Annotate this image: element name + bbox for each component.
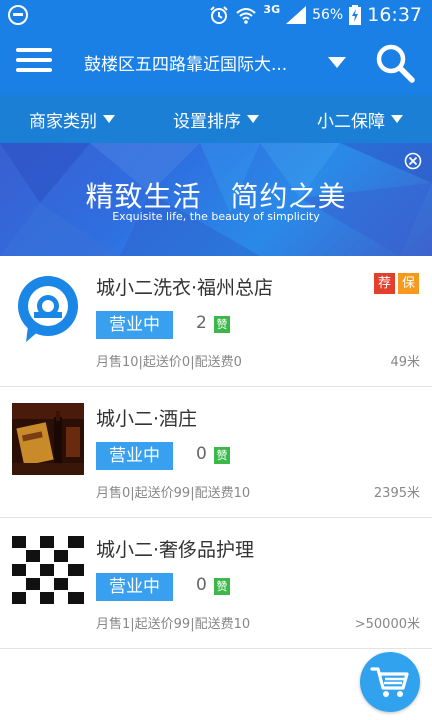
clock: 16:37 [367,4,422,26]
filter-guarantee-label: 小二保障 [317,111,385,132]
do-not-disturb-icon [8,5,28,25]
hamburger-icon[interactable] [16,48,52,76]
open-status-badge: 营业中 [96,442,173,470]
filter-category[interactable]: 商家类别 [0,95,144,143]
store-distance: 2395米 [373,486,420,501]
dropdown-arrow-icon [247,115,259,123]
banner-subtitle: Exquisite life, the beauty of simplicity [112,210,320,223]
wine-shop-photo [12,403,84,475]
chevron-down-icon[interactable] [328,57,346,68]
network-type: 3G [263,2,281,16]
store-photo [12,403,84,475]
store-meta: 月售0|起送价99|配送费10 [96,486,251,501]
like-count: 0 [196,444,207,464]
filter-sort[interactable]: 设置排序 [144,95,288,143]
luxury-brands-photo [12,534,84,606]
shopping-cart-icon [370,667,409,697]
store-name: 城小二洗衣·福州总店 [96,277,274,299]
open-status-badge: 营业中 [96,311,173,339]
store-name: 城小二·奢侈品护理 [96,539,255,561]
store-logo [12,272,84,344]
store-meta: 月售10|起送价0|配送费0 [96,355,242,370]
close-icon[interactable] [404,152,422,170]
store-list-item[interactable]: 城小二·奢侈品护理 营业中 0 赞 月售1|起送价99|配送费10 >50000… [0,518,432,649]
location-selector[interactable]: 鼓楼区五四路靠近国际大... [84,50,316,75]
filter-bar: 商家类别 设置排序 小二保障 [0,95,432,143]
store-list-item[interactable]: 城小二洗衣·福州总店 荐 保 营业中 2 赞 月售10|起送价0|配送费0 49… [0,256,432,387]
store-list-item[interactable]: 城小二·酒庄 营业中 0 赞 月售0|起送价99|配送费10 2395米 [0,387,432,518]
filter-guarantee[interactable]: 小二保障 [288,95,432,143]
battery-percent: 56% [312,7,344,23]
filter-category-label: 商家类别 [29,111,97,132]
cart-button[interactable] [360,652,420,712]
filter-sort-label: 设置排序 [173,111,241,132]
like-count: 2 [196,313,207,333]
store-distance: 49米 [390,355,420,370]
promo-banner[interactable]: 精致生活 简约之美 Exquisite life, the beauty of … [0,143,432,256]
app-header: 鼓楼区五四路靠近国际大... [0,30,432,95]
store-distance: >50000米 [354,617,420,632]
store-meta: 月售1|起送价99|配送费10 [96,617,251,632]
like-icon: 赞 [214,447,230,464]
like-icon: 赞 [214,316,230,333]
search-icon[interactable] [374,42,416,84]
status-bar: 3G 56% 16:37 [0,0,432,30]
status-icons: 3G 56% 16:37 [209,3,422,27]
like-icon: 赞 [214,578,230,595]
alarm-icon [210,6,229,24]
location-pin-logo-icon [18,276,78,342]
wifi-icon [236,8,257,24]
banner-title: 精致生活 简约之美 [85,180,347,213]
open-status-badge: 营业中 [96,573,173,601]
like-count: 0 [196,575,207,595]
store-name: 城小二·酒庄 [96,408,198,430]
dropdown-arrow-icon [103,115,115,123]
battery-charging-icon [349,5,362,25]
dropdown-arrow-icon [391,115,403,123]
store-photo [12,534,84,606]
guarantee-badge: 保 [398,273,419,294]
signal-icon [286,6,307,24]
recommend-badge: 荐 [374,273,395,294]
